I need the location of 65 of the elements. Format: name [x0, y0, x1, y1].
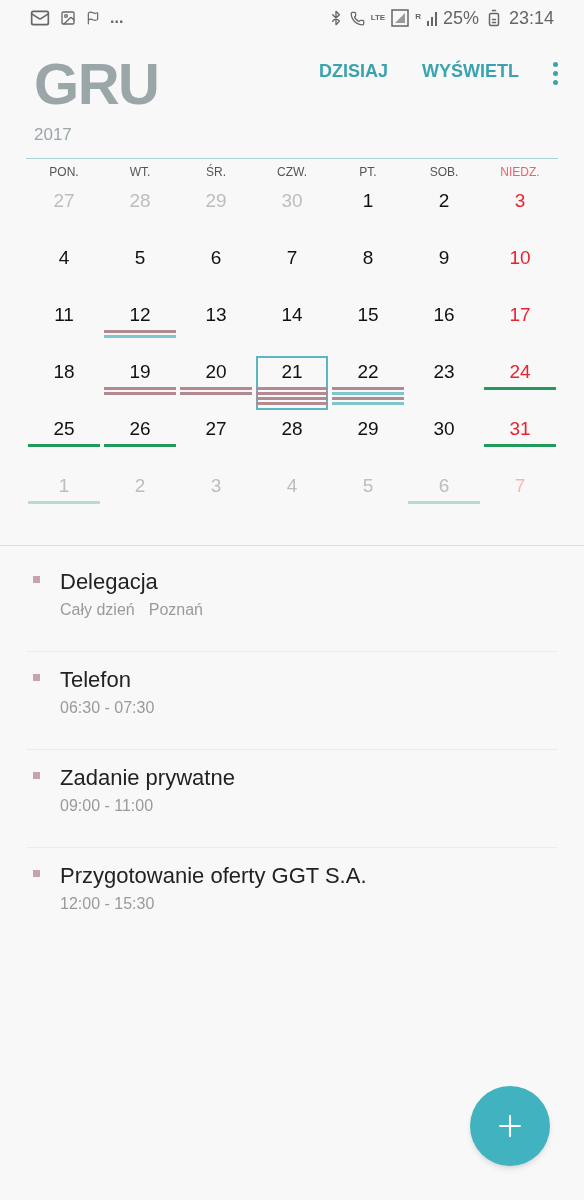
mail-icon	[30, 8, 50, 28]
weekday-label: SOB.	[428, 164, 460, 181]
year-label: 2017	[34, 124, 73, 146]
lte-label: LTE	[370, 14, 386, 22]
calendar-day[interactable]: 12	[104, 299, 176, 353]
weekday-label: WT.	[128, 164, 152, 181]
calendar-day[interactable]: 30	[408, 413, 480, 467]
calendar-day[interactable]: 16	[408, 299, 480, 353]
calendar-day[interactable]: 4	[28, 242, 100, 296]
event-detail: 06:30 - 07:30	[60, 698, 155, 718]
calendar-day[interactable]: 19	[104, 356, 176, 410]
signal-icon	[391, 9, 410, 27]
calendar-day[interactable]: 22	[332, 356, 404, 410]
calendar-day[interactable]: 14	[256, 299, 328, 353]
event-title: Zadanie prywatne	[60, 764, 235, 792]
calendar-day[interactable]: 23	[408, 356, 480, 410]
calendar-day[interactable]: 13	[180, 299, 252, 353]
add-event-button[interactable]	[470, 1086, 550, 1166]
calendar-day[interactable]: 18	[28, 356, 100, 410]
event-detail: Poznań	[148, 600, 203, 620]
roaming-label: R	[415, 12, 421, 21]
calendar-day[interactable]: 17	[484, 299, 556, 353]
calendar-day[interactable]: 26	[104, 413, 176, 467]
calendar-day[interactable]: 29	[332, 413, 404, 467]
image-icon	[60, 10, 76, 26]
calendar-day[interactable]: 3	[484, 185, 556, 239]
calendar-day[interactable]: 15	[332, 299, 404, 353]
calendar-day[interactable]: 24	[484, 356, 556, 410]
weekday-label: PON.	[48, 164, 80, 181]
calendar-day[interactable]: 2	[408, 185, 480, 239]
calendar-day[interactable]: 6	[180, 242, 252, 296]
calendar-day[interactable]: 1	[332, 185, 404, 239]
month-title: GRU	[34, 52, 159, 116]
calendar-day[interactable]: 11	[28, 299, 100, 353]
clock: 23:14	[508, 6, 554, 30]
event-item[interactable]: Zadanie prywatne 09:00 - 11:00	[26, 750, 558, 848]
calendar-day[interactable]: 27	[180, 413, 252, 467]
weekday-label: NIEDZ.	[499, 164, 541, 181]
event-title: Delegacja	[60, 568, 159, 596]
calendar-day[interactable]: 9	[408, 242, 480, 296]
signal-icon	[426, 10, 437, 26]
weekday-label: CZW.	[276, 164, 308, 181]
event-title: Telefon	[60, 666, 132, 694]
calendar-day[interactable]: 8	[332, 242, 404, 296]
more-notifications: ...	[110, 8, 124, 28]
weekday-label: ŚR.	[205, 163, 227, 181]
event-detail: Cały dzień	[60, 600, 135, 620]
event-title: Przygotowanie oferty GGT S.A.	[60, 862, 367, 890]
calendar-day[interactable]: 21	[256, 356, 328, 410]
event-detail: 09:00 - 11:00	[60, 796, 154, 816]
calendar-day[interactable]: 10	[484, 242, 556, 296]
calendar-day[interactable]: 7	[256, 242, 328, 296]
calendar-day[interactable]: 28	[256, 413, 328, 467]
phone-icon	[349, 10, 365, 26]
calendar-day[interactable]: 20	[180, 356, 252, 410]
calendar-day[interactable]: 31	[484, 413, 556, 467]
event-detail: 12:00 - 15:30	[60, 894, 155, 914]
event-item[interactable]: Telefon 06:30 - 07:30	[26, 652, 558, 750]
calendar-day[interactable]: 5	[104, 242, 176, 296]
weekday-label: PT.	[358, 164, 378, 181]
calendar-day[interactable]: 25	[28, 413, 100, 467]
battery-percent: 25%	[442, 6, 479, 30]
event-item[interactable]: Przygotowanie oferty GGT S.A. 12:00 - 15:30	[26, 848, 558, 946]
event-item[interactable]: Delegacja Cały dzień Poznań	[26, 554, 558, 652]
flag-icon	[86, 11, 100, 25]
